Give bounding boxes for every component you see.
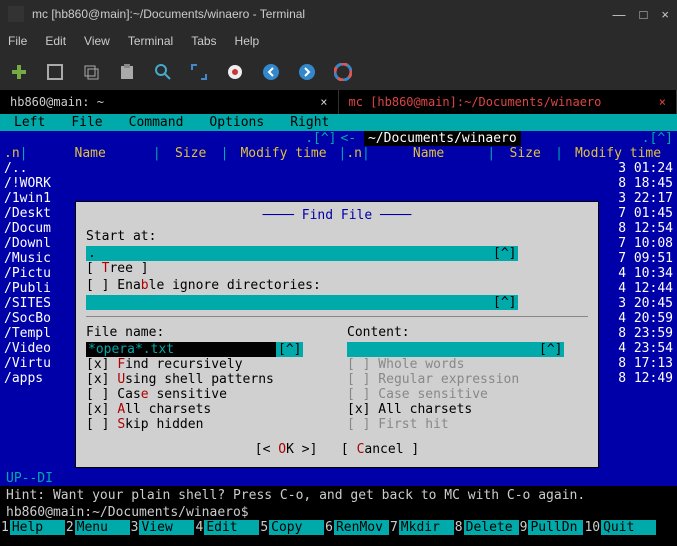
- caret-icon[interactable]: [^]: [276, 342, 303, 357]
- fkey-copy[interactable]: 5Copy: [259, 520, 324, 535]
- mc-menu-left[interactable]: Left: [2, 115, 57, 130]
- caret-icon[interactable]: [^]: [537, 342, 564, 357]
- file-row[interactable]: /..3 01:24: [4, 161, 673, 176]
- all-charsets-checkbox[interactable]: [x] All charsets: [86, 402, 327, 417]
- fkey-edit[interactable]: 4Edit: [194, 520, 259, 535]
- col-name: Name: [370, 146, 488, 161]
- terminal-tab-2[interactable]: mc [hb860@main]:~/Documents/winaero ×: [339, 90, 677, 114]
- fkey-view[interactable]: 3View: [130, 520, 195, 535]
- next-tab-icon[interactable]: [298, 63, 316, 81]
- menu-tabs[interactable]: Tabs: [191, 34, 216, 48]
- cancel-button[interactable]: [ Cancel ]: [341, 442, 419, 457]
- col-marker: .n: [346, 146, 362, 161]
- shell-prompt[interactable]: hb860@main:~/Documents/winaero$: [6, 505, 249, 520]
- case-sensitive-checkbox[interactable]: [ ] Case sensitive: [86, 387, 327, 402]
- panel-path: ~/Documents/winaero: [364, 131, 521, 146]
- first-hit-checkbox[interactable]: [ ] First hit: [347, 417, 588, 432]
- minimize-button[interactable]: —: [613, 7, 626, 22]
- whole-words-checkbox[interactable]: [ ] Whole words: [347, 357, 588, 372]
- close-button[interactable]: ×: [661, 7, 669, 22]
- file-row[interactable]: /!WORK8 18:45: [4, 176, 673, 191]
- new-tab-icon[interactable]: [10, 63, 28, 81]
- tab-label: mc [hb860@main]:~/Documents/winaero: [349, 95, 602, 109]
- app-icon: [8, 6, 24, 22]
- col-size: Size: [161, 146, 221, 161]
- mc-area: Left File Command Options Right .[^] <- …: [0, 114, 677, 546]
- caret-icon[interactable]: [^]: [491, 246, 518, 261]
- mc-menubar: Left File Command Options Right: [0, 114, 677, 131]
- find-file-dialog: ──── Find File ──── Start at: .[^] [ Tre…: [75, 201, 599, 468]
- ignore-dirs-checkbox[interactable]: [ ] Enable ignore directories:: [86, 278, 321, 293]
- mc-menu-right[interactable]: Right: [278, 115, 341, 130]
- menu-file[interactable]: File: [8, 34, 27, 48]
- all-charsets-content-checkbox[interactable]: [x] All charsets: [347, 402, 588, 417]
- skip-hidden-checkbox[interactable]: [ ] Skip hidden: [86, 417, 327, 432]
- caret-icon[interactable]: [^]: [491, 295, 518, 310]
- maximize-button[interactable]: □: [640, 7, 648, 22]
- find-recursively-checkbox[interactable]: [x] Find recursively: [86, 357, 327, 372]
- fkey-renmov[interactable]: 6RenMov: [324, 520, 389, 535]
- fkey-help[interactable]: 1Help: [0, 520, 65, 535]
- mc-menu-options[interactable]: Options: [197, 115, 276, 130]
- status-bar: UP--DI: [0, 471, 677, 486]
- search-icon[interactable]: [154, 63, 172, 81]
- ok-button[interactable]: [< OK >]: [255, 442, 318, 457]
- case-sensitive-content-checkbox[interactable]: [ ] Case sensitive: [347, 387, 588, 402]
- file-name-label: File name:: [86, 325, 327, 340]
- window-title: mc [hb860@main]:~/Documents/winaero - Te…: [32, 7, 613, 21]
- start-at-input[interactable]: .: [86, 246, 491, 261]
- fkey-delete[interactable]: 8Delete: [454, 520, 519, 535]
- col-name: Name: [27, 146, 152, 161]
- tab-close-icon[interactable]: ×: [320, 95, 327, 109]
- ignore-dirs-input[interactable]: [86, 295, 491, 310]
- mc-menu-file[interactable]: File: [59, 115, 114, 130]
- tree-button[interactable]: [ Tree ]: [86, 261, 149, 276]
- fkey-mkdir[interactable]: 7Mkdir: [389, 520, 454, 535]
- content-input[interactable]: [347, 342, 537, 357]
- tab-label: hb860@main: ~: [10, 95, 104, 109]
- fullscreen-icon[interactable]: [190, 63, 208, 81]
- tab-close-icon[interactable]: ×: [659, 95, 666, 109]
- fkey-pulldn[interactable]: 9PullDn: [519, 520, 584, 535]
- menu-terminal[interactable]: Terminal: [128, 34, 173, 48]
- prev-tab-icon[interactable]: [262, 63, 280, 81]
- window-titlebar: mc [hb860@main]:~/Documents/winaero - Te…: [0, 0, 677, 28]
- col-time: Modify time: [229, 146, 339, 161]
- col-size: Size: [495, 146, 555, 161]
- toolbar: [0, 54, 677, 90]
- paste-icon[interactable]: [118, 63, 136, 81]
- col-marker: .n: [4, 146, 20, 161]
- function-keys: 1Help2Menu3View4Edit5Copy6RenMov7Mkdir8D…: [0, 520, 677, 535]
- new-window-icon[interactable]: [46, 63, 64, 81]
- start-at-label: Start at:: [86, 229, 588, 244]
- regex-checkbox[interactable]: [ ] Regular expression: [347, 372, 588, 387]
- panel-corner: .[^]: [305, 131, 336, 146]
- app-menubar: File Edit View Terminal Tabs Help: [0, 28, 677, 54]
- content-label: Content:: [347, 325, 588, 340]
- copy-icon[interactable]: [82, 63, 100, 81]
- terminal-tab-1[interactable]: hb860@main: ~ ×: [0, 90, 339, 114]
- hint-bar: Hint: Want your plain shell? Press C-o, …: [0, 486, 677, 505]
- using-shell-patterns-checkbox[interactable]: [x] Using shell patterns: [86, 372, 327, 387]
- col-time: Modify time: [563, 146, 673, 161]
- panel-corner: .[^]: [642, 131, 677, 146]
- file-name-input[interactable]: *opera*.txt: [86, 342, 276, 357]
- terminal-tabs: hb860@main: ~ × mc [hb860@main]:~/Docume…: [0, 90, 677, 114]
- help-icon[interactable]: [334, 63, 352, 81]
- menu-view[interactable]: View: [84, 34, 110, 48]
- fkey-quit[interactable]: 10Quit: [583, 520, 656, 535]
- mc-menu-command[interactable]: Command: [117, 115, 196, 130]
- preferences-icon[interactable]: [226, 63, 244, 81]
- dialog-title: Find File: [302, 208, 372, 223]
- panel-columns: .n |Name |Size |Modify time |.n |Name |S…: [0, 146, 677, 161]
- fkey-menu[interactable]: 2Menu: [65, 520, 130, 535]
- menu-edit[interactable]: Edit: [45, 34, 66, 48]
- panel-header: .[^] <- ~/Documents/winaero.[^]: [0, 131, 677, 146]
- menu-help[interactable]: Help: [235, 34, 260, 48]
